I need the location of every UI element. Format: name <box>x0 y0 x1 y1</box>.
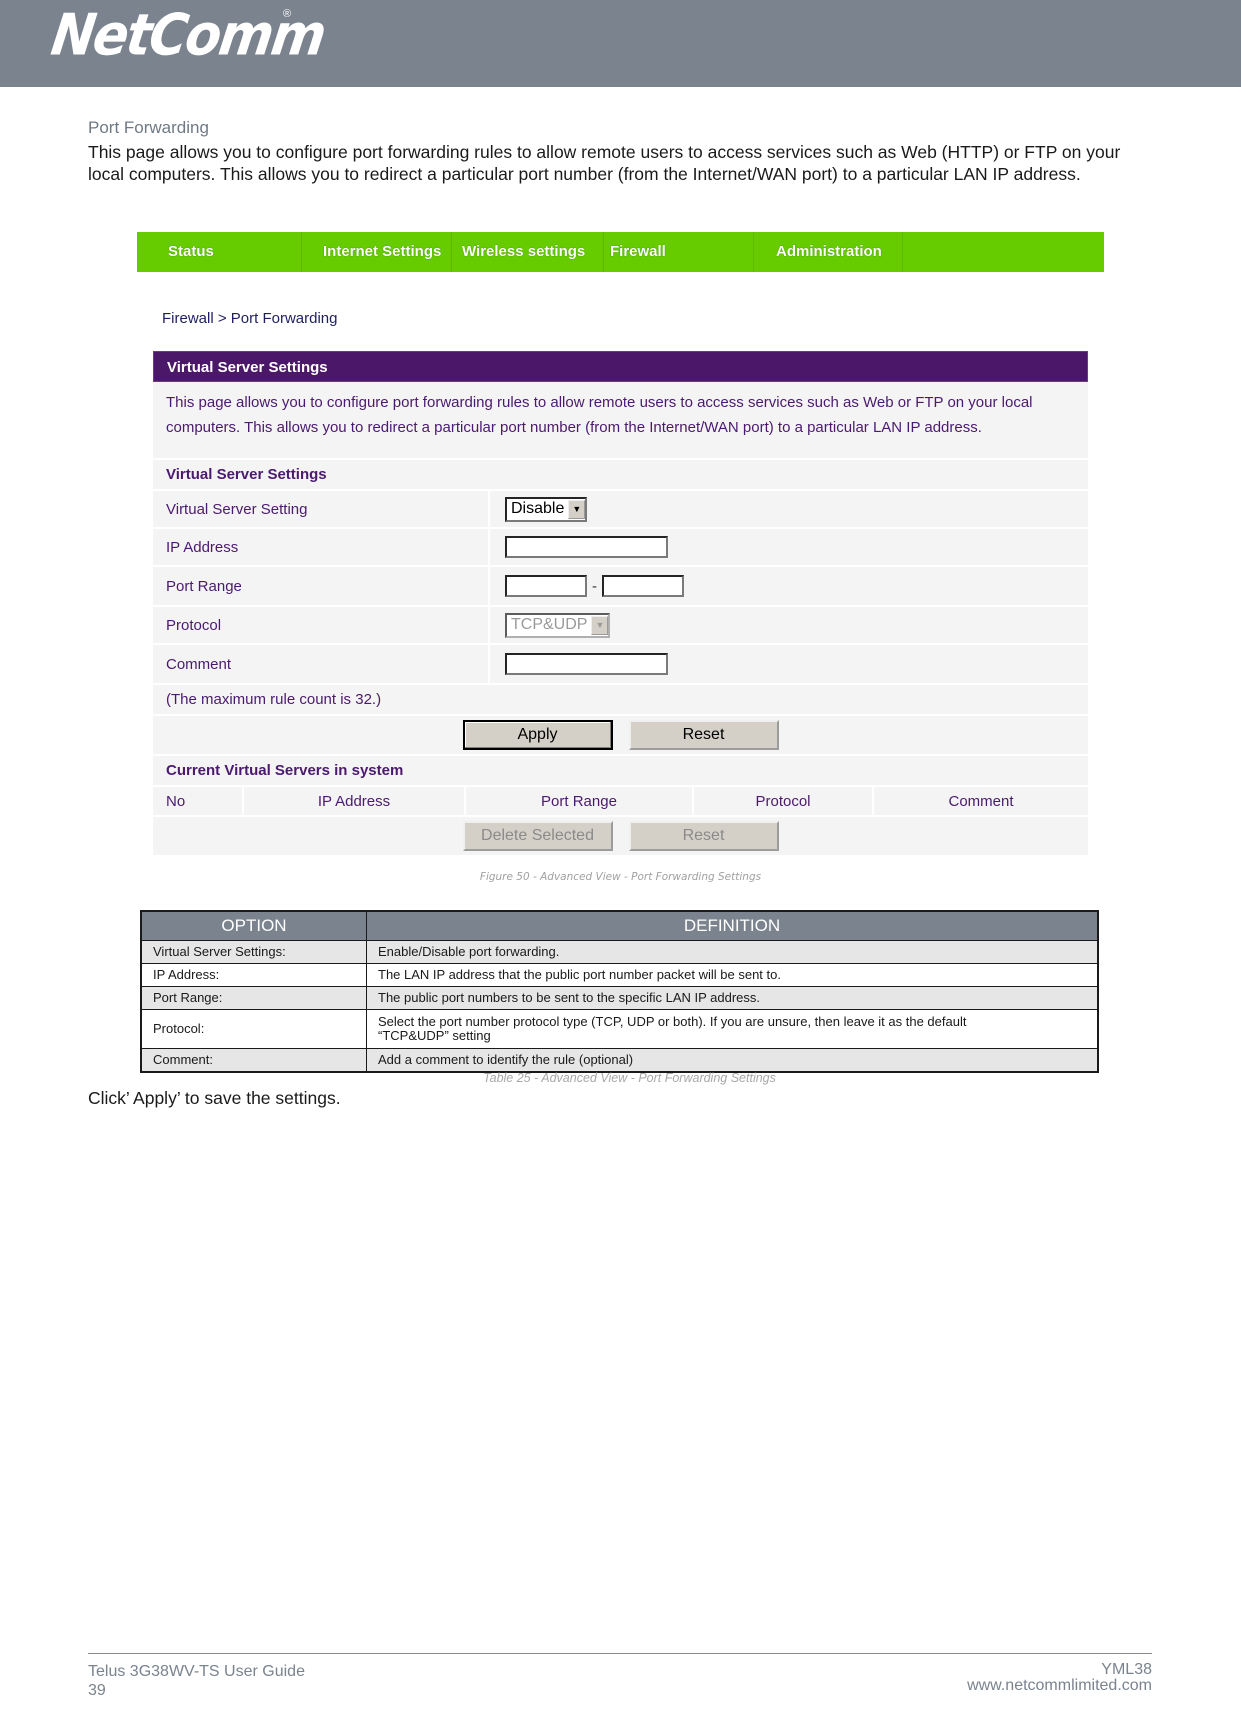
definition-cell: Add a comment to identify the rule (opti… <box>366 1048 1099 1073</box>
delete-reset-row: Delete Selected Reset <box>153 817 1088 857</box>
footer-left: Telus 3G38WV-TS User Guide 39 <box>88 1662 305 1700</box>
definition-header: DEFINITION <box>366 910 1099 941</box>
port-range-from-input[interactable] <box>505 575 587 597</box>
ip-address-label: IP Address <box>153 529 490 565</box>
definition-cell: Select the port number protocol type (TC… <box>366 1009 1099 1049</box>
virtual-server-setting-label: Virtual Server Setting <box>153 491 490 527</box>
panel-title: Virtual Server Settings <box>153 351 1088 382</box>
model-code: YML38 <box>1101 1661 1152 1678</box>
nav-administration[interactable]: Administration <box>754 232 903 272</box>
protocol-select[interactable]: TCP&UDP ▼ <box>505 612 611 638</box>
page-number: 39 <box>88 1682 106 1699</box>
virtual-server-setting-select[interactable]: Disable ▼ <box>505 496 588 522</box>
intro-paragraph: This page allows you to configure port f… <box>88 142 1121 184</box>
chevron-down-icon[interactable]: ▼ <box>568 499 586 519</box>
router-nav-bar: Status Internet Settings Wireless settin… <box>137 232 1104 272</box>
col-port-range: Port Range <box>466 787 694 815</box>
reset-button[interactable]: Reset <box>628 720 779 750</box>
port-range-separator: - <box>592 577 597 595</box>
option-cell: IP Address: <box>140 963 367 987</box>
settings-heading: Virtual Server Settings <box>153 460 1088 491</box>
comment-label: Comment <box>153 645 490 683</box>
table-row: Protocol: Select the port number protoco… <box>140 1009 1099 1049</box>
servers-table-header: No IP Address Port Range Protocol Commen… <box>153 787 1088 817</box>
col-ip-address: IP Address <box>244 787 466 815</box>
protocol-value: TCP&UDP <box>511 616 588 633</box>
footer-right: YML38 www.netcommlimited.com <box>967 1662 1152 1694</box>
option-cell: Port Range: <box>140 986 367 1010</box>
port-range-label: Port Range <box>153 567 490 605</box>
nav-empty <box>903 232 1104 272</box>
table-row: Port Range: The public port numbers to b… <box>140 986 1099 1010</box>
protocol-label: Protocol <box>153 607 490 643</box>
delete-selected-button[interactable]: Delete Selected <box>462 821 613 851</box>
definition-cell: The public port numbers to be sent to th… <box>366 986 1099 1010</box>
option-cell: Protocol: <box>140 1009 367 1049</box>
figure-caption: Figure 50 - Advanced View - Port Forward… <box>479 871 762 883</box>
virtual-server-setting-row: Virtual Server Setting Disable ▼ <box>153 491 1088 529</box>
col-no: No <box>153 787 244 815</box>
col-comment: Comment <box>948 792 1014 810</box>
current-servers-heading: Current Virtual Servers in system <box>153 756 1088 787</box>
website-link[interactable]: www.netcommlimited.com <box>967 1678 1152 1694</box>
breadcrumb: Firewall > Port Forwarding <box>162 310 338 327</box>
option-cell: Virtual Server Settings: <box>140 940 367 964</box>
apply-reset-row: Apply Reset <box>153 716 1088 756</box>
virtual-server-panel: Virtual Server Settings This page allows… <box>153 351 1088 857</box>
ip-address-row: IP Address <box>153 529 1088 567</box>
port-range-row: Port Range - <box>153 567 1088 607</box>
definition-table: OPTION DEFINITION Virtual Server Setting… <box>140 910 1099 1073</box>
option-header: OPTION <box>140 910 367 941</box>
table-row: Virtual Server Settings: Enable/Disable … <box>140 940 1099 964</box>
chevron-down-icon[interactable]: ▼ <box>591 615 609 635</box>
nav-status[interactable]: Status <box>137 232 302 272</box>
option-cell: Comment: <box>140 1048 367 1073</box>
guide-title: Telus 3G38WV-TS User Guide <box>88 1663 305 1680</box>
panel-description: This page allows you to configure port f… <box>153 382 1088 460</box>
comment-input[interactable] <box>505 653 668 675</box>
rule-count-note: (The maximum rule count is 32.) <box>153 685 1088 716</box>
col-protocol: Protocol <box>694 787 874 815</box>
ip-address-input[interactable] <box>505 536 668 558</box>
table-row: IP Address: The LAN IP address that the … <box>140 963 1099 987</box>
click-apply-note: Click’ Apply’ to save the settings. <box>88 1088 341 1108</box>
nav-wireless-settings[interactable]: Wireless settings <box>452 232 604 272</box>
registered-mark: ® <box>283 8 292 20</box>
nav-firewall[interactable]: Firewall <box>604 232 754 272</box>
apply-button[interactable]: Apply <box>462 720 613 750</box>
definition-cell: The LAN IP address that the public port … <box>366 963 1099 987</box>
protocol-row: Protocol TCP&UDP ▼ <box>153 607 1088 645</box>
port-range-to-input[interactable] <box>602 575 684 597</box>
definition-cell: Enable/Disable port forwarding. <box>366 940 1099 964</box>
footer-divider <box>88 1653 1152 1654</box>
nav-internet-settings[interactable]: Internet Settings <box>302 232 452 272</box>
comment-row: Comment <box>153 645 1088 685</box>
reset-table-button[interactable]: Reset <box>628 821 779 851</box>
definition-table-header: OPTION DEFINITION <box>140 910 1099 941</box>
table-caption: Table 25 - Advanced View - Port Forwardi… <box>483 1071 776 1085</box>
section-title: Port Forwarding <box>88 118 209 137</box>
table-row: Comment: Add a comment to identify the r… <box>140 1048 1099 1073</box>
virtual-server-setting-value: Disable <box>511 500 565 517</box>
